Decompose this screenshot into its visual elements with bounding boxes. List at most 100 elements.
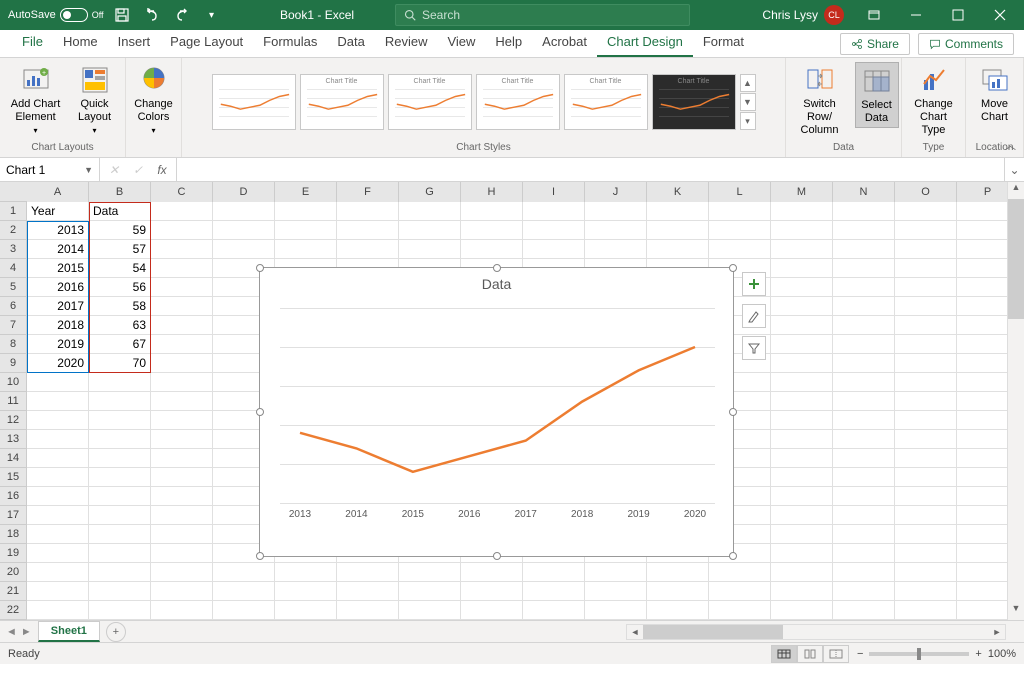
cell-C4[interactable]	[151, 259, 213, 278]
cell-C16[interactable]	[151, 487, 213, 506]
chart-style-2[interactable]: Chart Title	[300, 74, 384, 130]
cell-A10[interactable]	[27, 373, 89, 392]
cell-G22[interactable]	[399, 601, 461, 620]
cell-M7[interactable]	[771, 316, 833, 335]
cell-O8[interactable]	[895, 335, 957, 354]
cell-B16[interactable]	[89, 487, 151, 506]
change-chart-type-button[interactable]: Change Chart Type	[906, 62, 962, 140]
cell-L1[interactable]	[709, 202, 771, 221]
cell-B1[interactable]: Data	[89, 202, 151, 221]
cell-F2[interactable]	[337, 221, 399, 240]
cancel-formula-icon[interactable]: ✕	[104, 163, 124, 177]
cell-D21[interactable]	[213, 582, 275, 601]
cell-O7[interactable]	[895, 316, 957, 335]
col-header-J[interactable]: J	[585, 182, 647, 202]
col-header-L[interactable]: L	[709, 182, 771, 202]
tab-formulas[interactable]: Formulas	[253, 29, 327, 57]
normal-view-icon[interactable]	[771, 645, 797, 663]
cell-A4[interactable]: 2015	[27, 259, 89, 278]
cell-A13[interactable]	[27, 430, 89, 449]
cell-D22[interactable]	[213, 601, 275, 620]
cell-O4[interactable]	[895, 259, 957, 278]
cell-B21[interactable]	[89, 582, 151, 601]
fx-icon[interactable]: fx	[152, 163, 172, 177]
cell-M20[interactable]	[771, 563, 833, 582]
cell-O11[interactable]	[895, 392, 957, 411]
cell-M2[interactable]	[771, 221, 833, 240]
cell-B9[interactable]: 70	[89, 354, 151, 373]
cell-N20[interactable]	[833, 563, 895, 582]
cell-M5[interactable]	[771, 278, 833, 297]
cell-N10[interactable]	[833, 373, 895, 392]
cell-O13[interactable]	[895, 430, 957, 449]
cell-H20[interactable]	[461, 563, 523, 582]
row-header-3[interactable]: 3	[0, 240, 27, 259]
cell-A21[interactable]	[27, 582, 89, 601]
cell-O18[interactable]	[895, 525, 957, 544]
row-header-11[interactable]: 11	[0, 392, 27, 411]
minimize-icon[interactable]	[896, 0, 936, 30]
cell-L20[interactable]	[709, 563, 771, 582]
cell-G2[interactable]	[399, 221, 461, 240]
cell-J2[interactable]	[585, 221, 647, 240]
cell-C12[interactable]	[151, 411, 213, 430]
cell-I20[interactable]	[523, 563, 585, 582]
cell-O20[interactable]	[895, 563, 957, 582]
cell-H2[interactable]	[461, 221, 523, 240]
cell-A12[interactable]	[27, 411, 89, 430]
cell-H22[interactable]	[461, 601, 523, 620]
cell-A11[interactable]	[27, 392, 89, 411]
cell-M8[interactable]	[771, 335, 833, 354]
chart-style-3[interactable]: Chart Title	[388, 74, 472, 130]
quick-layout-button[interactable]: Quick Layout▾	[70, 62, 120, 138]
row-header-10[interactable]: 10	[0, 373, 27, 392]
cell-A8[interactable]: 2019	[27, 335, 89, 354]
chart-styles-button[interactable]	[742, 304, 766, 328]
maximize-icon[interactable]	[938, 0, 978, 30]
cell-L21[interactable]	[709, 582, 771, 601]
chart-title[interactable]: Data	[260, 276, 733, 292]
cell-G20[interactable]	[399, 563, 461, 582]
row-header-20[interactable]: 20	[0, 563, 27, 582]
chart-styles-gallery[interactable]: Chart TitleChart TitleChart TitleChart T…	[212, 62, 756, 142]
cell-A2[interactable]: 2013	[27, 221, 89, 240]
cell-E20[interactable]	[275, 563, 337, 582]
gallery-nav-btn[interactable]: ▲	[740, 74, 756, 92]
cell-A3[interactable]: 2014	[27, 240, 89, 259]
cell-M16[interactable]	[771, 487, 833, 506]
row-header-16[interactable]: 16	[0, 487, 27, 506]
tab-file[interactable]: File	[12, 29, 53, 57]
cell-N2[interactable]	[833, 221, 895, 240]
cell-B20[interactable]	[89, 563, 151, 582]
cell-A17[interactable]	[27, 506, 89, 525]
col-header-C[interactable]: C	[151, 182, 213, 202]
cell-B12[interactable]	[89, 411, 151, 430]
gallery-nav-btn[interactable]: ▾	[740, 112, 756, 130]
cell-M17[interactable]	[771, 506, 833, 525]
cell-C3[interactable]	[151, 240, 213, 259]
move-chart-button[interactable]: Move Chart	[972, 62, 1018, 126]
cell-F3[interactable]	[337, 240, 399, 259]
cell-C2[interactable]	[151, 221, 213, 240]
cell-N1[interactable]	[833, 202, 895, 221]
cell-F1[interactable]	[337, 202, 399, 221]
cell-D3[interactable]	[213, 240, 275, 259]
cell-F20[interactable]	[337, 563, 399, 582]
col-header-D[interactable]: D	[213, 182, 275, 202]
save-icon[interactable]	[110, 3, 134, 27]
autosave-toggle[interactable]: AutoSave Off	[8, 8, 104, 22]
cell-F21[interactable]	[337, 582, 399, 601]
chart-plot-area[interactable]: 20132014201520162017201820192020	[280, 308, 715, 523]
col-header-G[interactable]: G	[399, 182, 461, 202]
cell-J21[interactable]	[585, 582, 647, 601]
cell-B2[interactable]: 59	[89, 221, 151, 240]
cell-B8[interactable]: 67	[89, 335, 151, 354]
cell-M18[interactable]	[771, 525, 833, 544]
row-header-13[interactable]: 13	[0, 430, 27, 449]
cell-B5[interactable]: 56	[89, 278, 151, 297]
gallery-nav-btn[interactable]: ▼	[740, 93, 756, 111]
cell-A5[interactable]: 2016	[27, 278, 89, 297]
zoom-in-icon[interactable]: +	[975, 648, 981, 660]
cell-A22[interactable]	[27, 601, 89, 620]
col-header-E[interactable]: E	[275, 182, 337, 202]
